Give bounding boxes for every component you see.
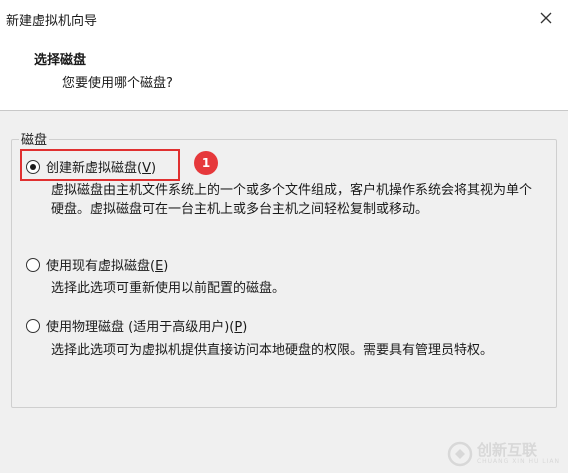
- page-title: 选择磁盘: [34, 53, 87, 68]
- radio-label: 创建新虚拟磁盘(V): [46, 161, 157, 176]
- watermark-subtext: CHUANG XIN HU LIAN: [476, 458, 560, 465]
- radio-button[interactable]: [26, 159, 40, 174]
- watermark-text: 创新互联: [476, 441, 537, 459]
- radio-button[interactable]: [26, 257, 40, 272]
- option-description: 虚拟磁盘由主机文件系统上的一个或多个文件组成，客户机操作系统会将其视为单个硬盘。…: [51, 183, 533, 217]
- radio-button[interactable]: [26, 318, 40, 333]
- radio-use-existing-disk[interactable]: 使用现有虚拟磁盘(E): [26, 255, 168, 274]
- close-icon: [540, 12, 552, 24]
- window-title: 新建虚拟机向导: [6, 14, 98, 29]
- page-subtitle: 您要使用哪个磁盘?: [62, 76, 173, 91]
- watermark: 创新互联 CHUANG XIN HU LIAN: [447, 441, 560, 467]
- wizard-header: 选择磁盘 您要使用哪个磁盘?: [0, 36, 568, 111]
- option-description: 选择此选项可重新使用以前配置的磁盘。: [51, 281, 286, 296]
- radio-label: 使用现有虚拟磁盘(E): [46, 259, 169, 274]
- watermark-logo-icon: [447, 441, 473, 467]
- option-description: 选择此选项可为虚拟机提供直接访问本地硬盘的权限。需要具有管理员特权。: [51, 343, 494, 358]
- close-button[interactable]: [532, 6, 560, 30]
- radio-label: 使用物理磁盘 (适用于高级用户)(P): [46, 320, 248, 335]
- radio-use-physical-disk[interactable]: 使用物理磁盘 (适用于高级用户)(P): [26, 316, 247, 335]
- radio-create-new-disk[interactable]: 创建新虚拟磁盘(V): [26, 157, 156, 176]
- step-badge: 1: [194, 151, 218, 175]
- title-bar: 新建虚拟机向导: [0, 0, 568, 36]
- group-label: 磁盘: [19, 129, 50, 148]
